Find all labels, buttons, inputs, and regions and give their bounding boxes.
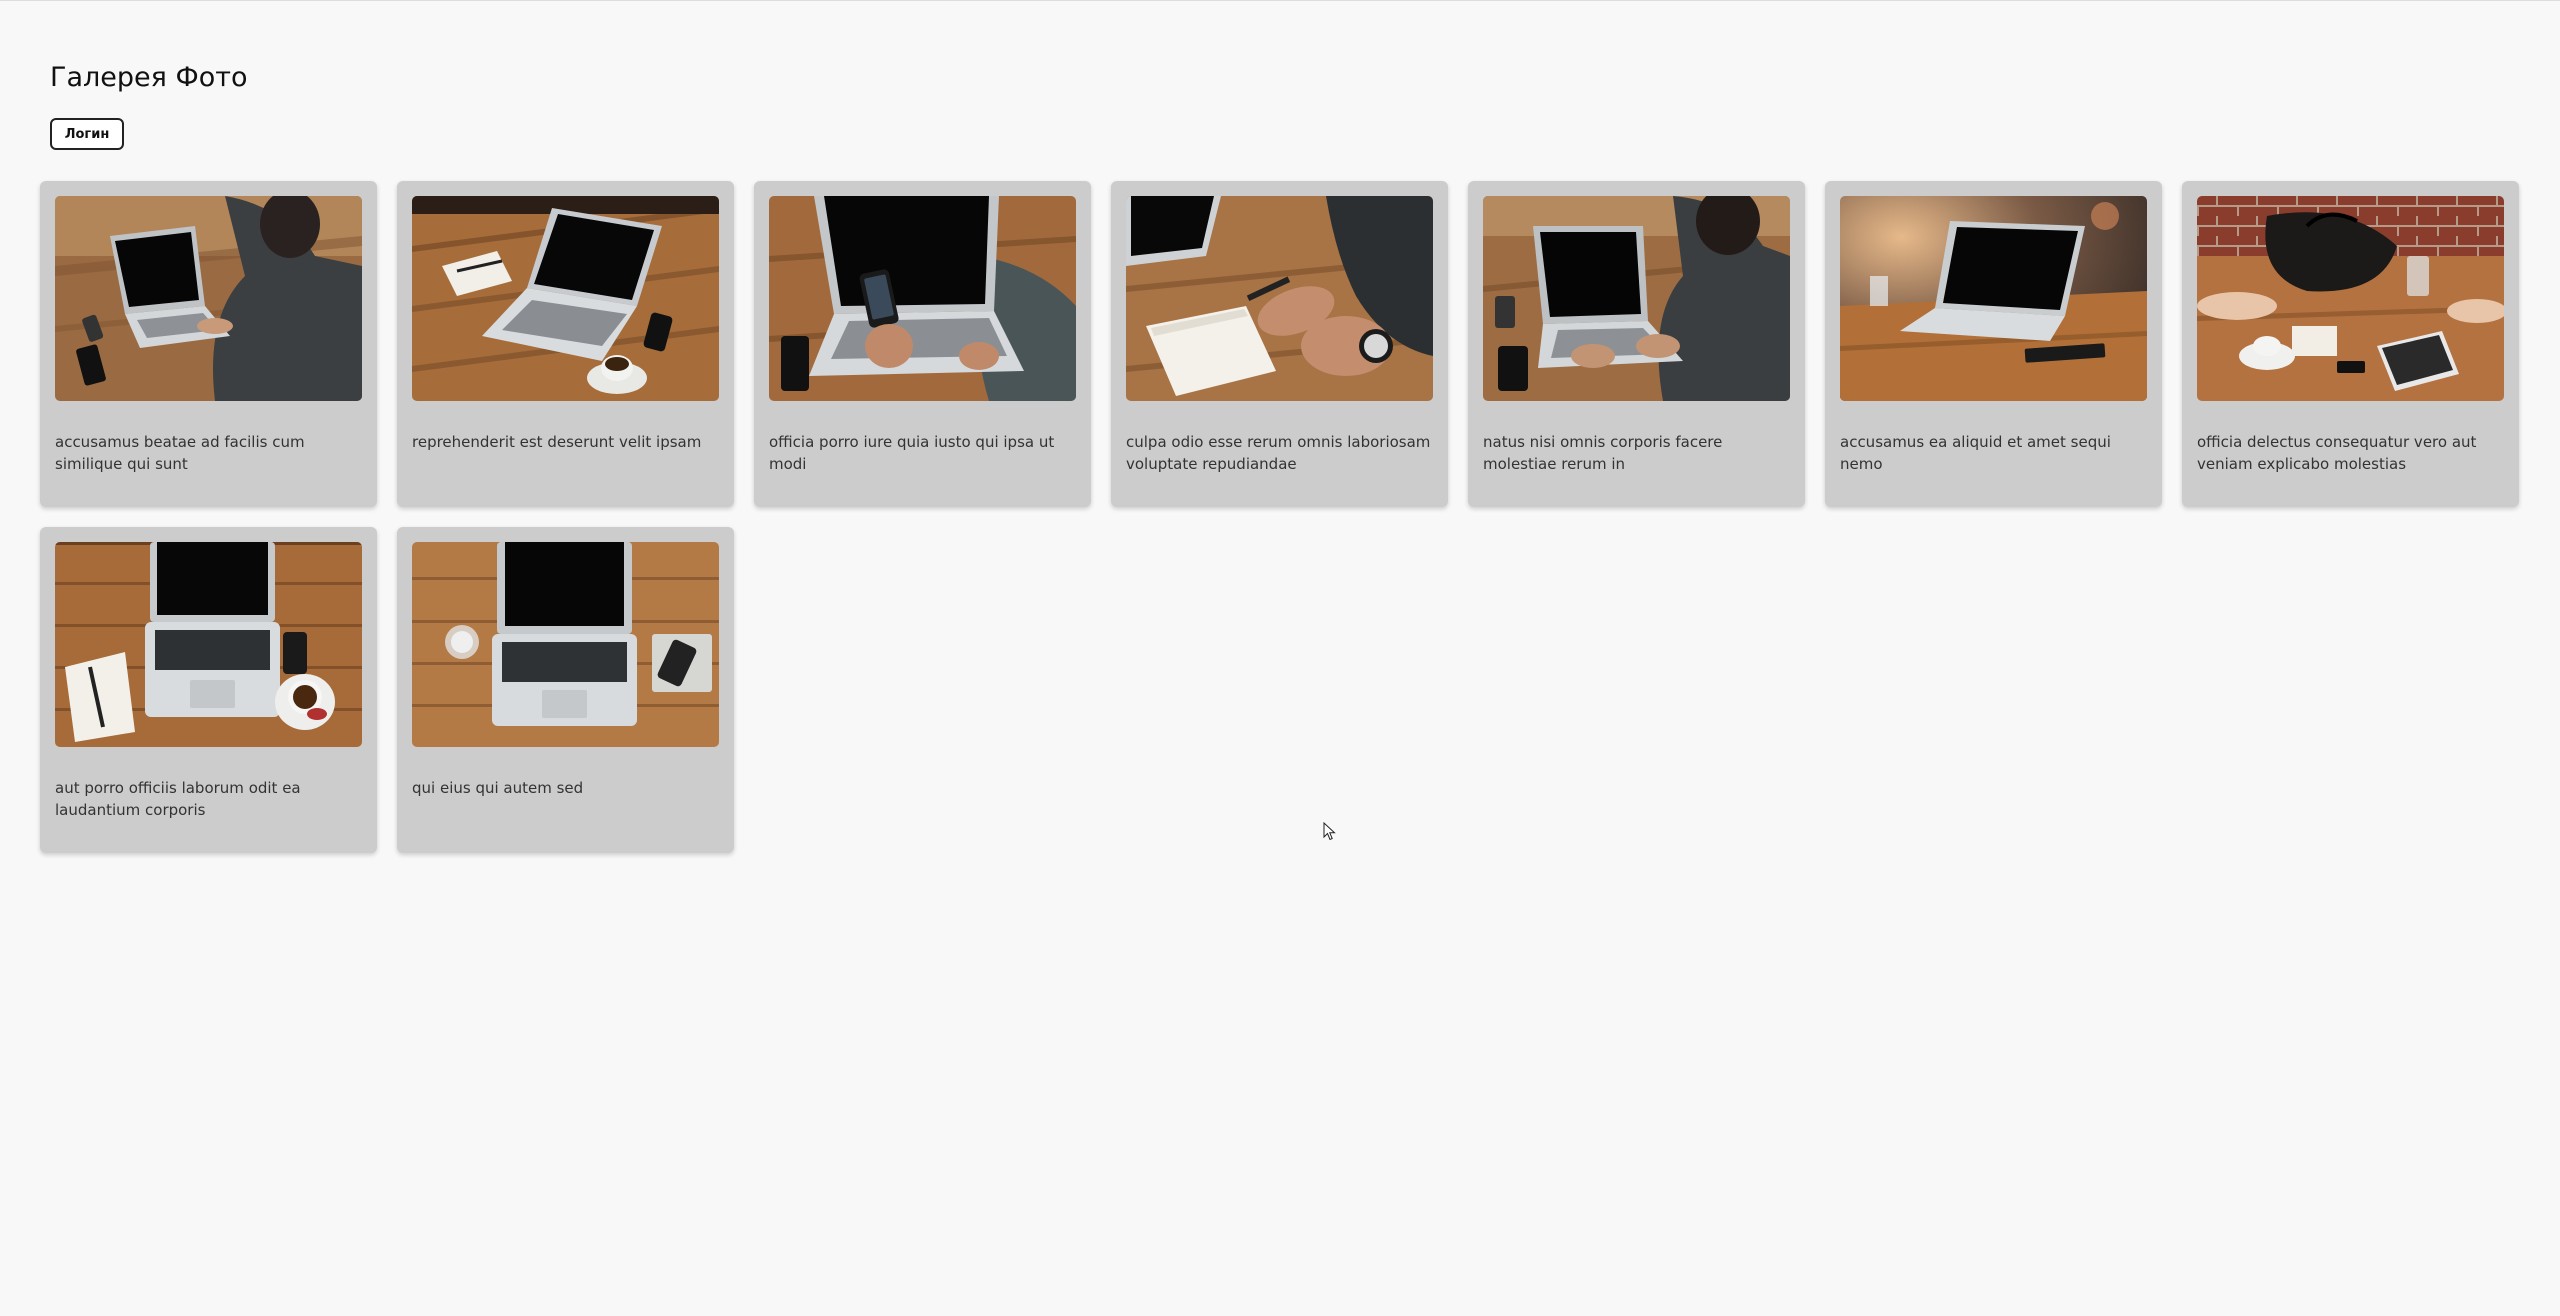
photo-caption: accusamus ea aliquid et amet sequi nemo bbox=[1840, 433, 2111, 473]
gallery-photo[interactable] bbox=[2197, 196, 2504, 401]
gallery-photo[interactable] bbox=[55, 196, 362, 401]
gallery-photo[interactable] bbox=[1126, 196, 1433, 401]
gallery-photo[interactable] bbox=[1840, 196, 2147, 401]
gallery-photo[interactable] bbox=[1483, 196, 1790, 401]
gallery-card[interactable]: accusamus ea aliquid et amet sequi nemo bbox=[1825, 181, 2162, 507]
gallery-photo[interactable] bbox=[55, 542, 362, 747]
gallery-card[interactable]: culpa odio esse rerum omnis laboriosam v… bbox=[1111, 181, 1448, 507]
photo-caption: accusamus beatae ad facilis cum similiqu… bbox=[55, 433, 305, 473]
gallery-card[interactable]: officia delectus consequatur vero aut ve… bbox=[2182, 181, 2519, 507]
gallery-card[interactable]: aut porro officiis laborum odit ea lauda… bbox=[40, 527, 377, 853]
page-title: Галерея Фото bbox=[50, 62, 248, 93]
photo-laptop-phone-hands-image bbox=[769, 196, 1076, 401]
photo-hands-notebook-watch-image bbox=[1126, 196, 1433, 401]
photo-caption: culpa odio esse rerum omnis laboriosam v… bbox=[1126, 433, 1431, 473]
photo-gallery: accusamus beatae ad facilis cum similiqu… bbox=[40, 181, 2520, 853]
gallery-photo[interactable] bbox=[769, 196, 1076, 401]
gallery-card[interactable]: qui eius qui autem sed bbox=[397, 527, 734, 853]
gallery-photo[interactable] bbox=[412, 542, 719, 747]
gallery-card[interactable]: reprehenderit est deserunt velit ipsam bbox=[397, 181, 734, 507]
photo-laptop-outdoor-table-image bbox=[1840, 196, 2147, 401]
gallery-card[interactable]: natus nisi omnis corporis facere molesti… bbox=[1468, 181, 1805, 507]
photo-caption: natus nisi omnis corporis facere molesti… bbox=[1483, 433, 1723, 473]
photo-laptop-coffee-image bbox=[412, 196, 719, 401]
gallery-card[interactable]: accusamus beatae ad facilis cum similiqu… bbox=[40, 181, 377, 507]
photo-laptop-topdown-glass-image bbox=[412, 542, 719, 747]
photo-caption: aut porro officiis laborum odit ea lauda… bbox=[55, 779, 301, 819]
gallery-photo[interactable] bbox=[412, 196, 719, 401]
gallery-card[interactable]: officia porro iure quia iusto qui ipsa u… bbox=[754, 181, 1091, 507]
top-border bbox=[0, 0, 2560, 1]
photo-table-bag-tablet-image bbox=[2197, 196, 2504, 401]
photo-caption: qui eius qui autem sed bbox=[412, 779, 584, 797]
photo-caption: officia porro iure quia iusto qui ipsa u… bbox=[769, 433, 1055, 473]
photo-caption: officia delectus consequatur vero aut ve… bbox=[2197, 433, 2477, 473]
photo-caption: reprehenderit est deserunt velit ipsam bbox=[412, 433, 702, 451]
photo-laptop-topdown-coffee-image bbox=[55, 542, 362, 747]
photo-laptop-person-typing-image bbox=[1483, 196, 1790, 401]
photo-laptop-person-typing-image bbox=[55, 196, 362, 401]
mouse-cursor-icon bbox=[1323, 822, 1336, 841]
login-button[interactable]: Логин bbox=[50, 118, 124, 150]
